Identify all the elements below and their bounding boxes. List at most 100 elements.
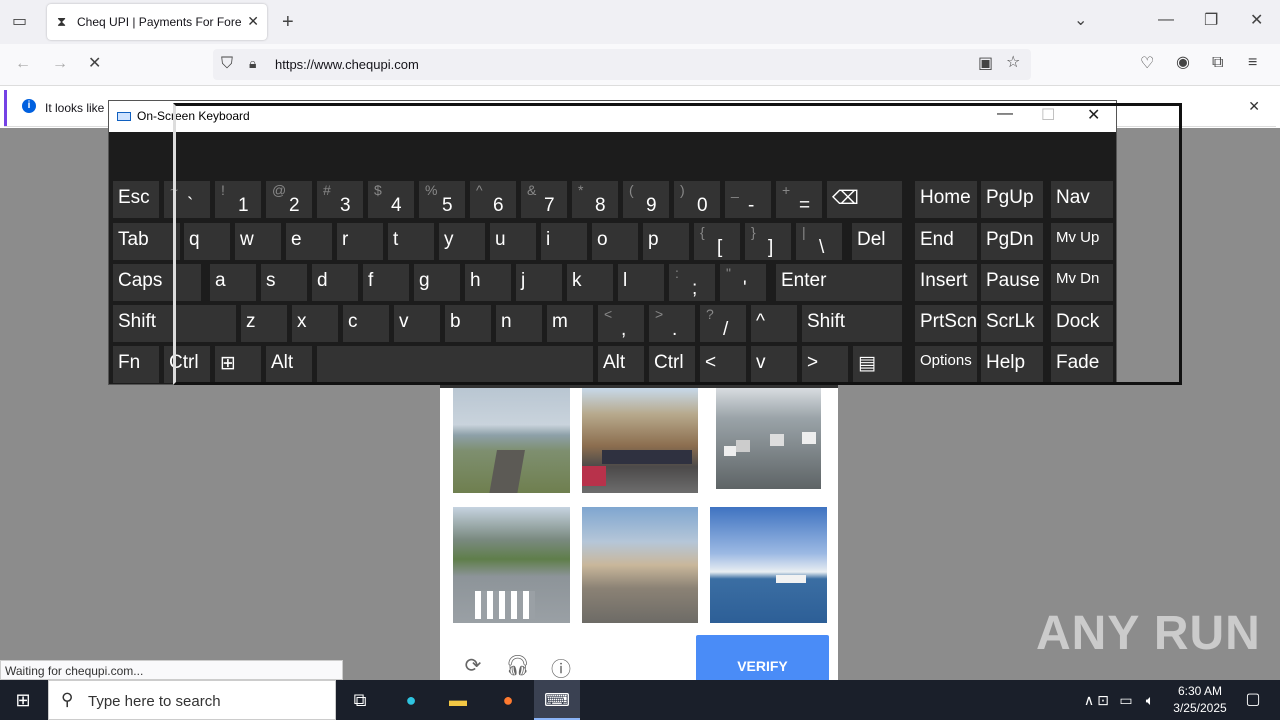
osk-key[interactable]: Alt — [266, 346, 312, 383]
osk-key[interactable]: Del — [852, 223, 902, 260]
osk-key[interactable]: l — [618, 264, 664, 301]
captcha-image-1[interactable] — [453, 388, 570, 493]
osk-key[interactable]: Tab — [113, 223, 180, 260]
osk-key[interactable]: ) 0 — [674, 181, 720, 218]
bookmark-star-icon[interactable]: ☆ — [1006, 55, 1020, 71]
osk-key[interactable]: Esc — [113, 181, 159, 218]
osk-key[interactable]: y — [439, 223, 485, 260]
osk-key[interactable]: PgUp — [981, 181, 1043, 218]
osk-key[interactable]: g — [414, 264, 460, 301]
osk-key[interactable]: n — [496, 305, 542, 342]
maximize-icon[interactable]: ☐ — [1041, 105, 1055, 125]
captcha-image-6[interactable] — [710, 507, 827, 623]
minimize-icon[interactable]: — — [1158, 12, 1174, 28]
osk-key[interactable]: q — [184, 223, 230, 260]
osk-key[interactable]: $4 — [368, 181, 414, 218]
osk-key[interactable]: :; — [669, 264, 715, 301]
osk-key[interactable]: Alt — [598, 346, 644, 383]
osk-key[interactable]: i — [541, 223, 587, 260]
volume-icon[interactable]: 🔈︎ — [1138, 680, 1162, 720]
osk-key[interactable]: Enter — [776, 264, 902, 301]
osk-key[interactable]: Nav — [1051, 181, 1113, 218]
stop-icon[interactable]: ✕ — [88, 56, 101, 72]
osk-key[interactable]: a — [210, 264, 256, 301]
task-view-icon[interactable]: ⧉ — [337, 680, 383, 720]
osk-key[interactable]: < — [700, 346, 746, 383]
osk-key[interactable]: _ - — [725, 181, 771, 218]
start-icon[interactable]: ⊞ — [0, 680, 46, 720]
extensions-icon[interactable]: ⧉ — [1212, 55, 1223, 71]
osk-key[interactable]: End — [915, 223, 977, 260]
close-notification-icon[interactable]: ✕ — [1248, 98, 1260, 115]
osk-key[interactable]: Pause — [981, 264, 1043, 301]
osk-key[interactable]: k — [567, 264, 613, 301]
restore-icon[interactable]: ❐ — [1204, 13, 1218, 29]
taskbar-search[interactable]: ⚲ Type here to search — [48, 680, 336, 720]
pocket-icon[interactable]: ♡ — [1140, 56, 1154, 72]
minimize-icon[interactable]: — — [997, 105, 1013, 123]
osk-key[interactable]: t — [388, 223, 434, 260]
tab-active[interactable]: ⧗ Cheq UPI | Payments For Foreign ✕ — [47, 4, 267, 40]
osk-key[interactable]: PrtScn — [915, 305, 977, 342]
url-bar[interactable]: ⛉ 🔒︎ https://www.chequpi.com ▣ ☆ — [213, 49, 1031, 80]
osk-taskbar-icon[interactable]: ⌨ — [534, 680, 580, 720]
tab-list-icon[interactable]: ▭ — [12, 14, 27, 30]
osk-key[interactable]: Shift — [802, 305, 902, 342]
osk-key[interactable]: PgDn — [981, 223, 1043, 260]
osk-key[interactable]: Options — [915, 346, 977, 383]
close-window-icon[interactable]: ✕ — [1250, 13, 1263, 29]
osk-key[interactable]: ScrLk — [981, 305, 1043, 342]
lock-icon[interactable]: 🔒︎ — [249, 56, 256, 70]
osk-key[interactable]: ~ ` — [164, 181, 210, 218]
osk-key[interactable]: f — [363, 264, 409, 301]
osk-key[interactable]: Help — [981, 346, 1043, 383]
osk-key[interactable]: > — [802, 346, 848, 383]
osk-key[interactable]: Shift — [113, 305, 236, 342]
osk-key[interactable]: v — [751, 346, 797, 383]
osk-key[interactable]: Fn — [113, 346, 159, 383]
image-icon[interactable]: ▣ — [978, 56, 993, 72]
osk-key[interactable]: @2 — [266, 181, 312, 218]
osk-key[interactable]: Caps — [113, 264, 201, 301]
osk-key[interactable]: p — [643, 223, 689, 260]
headphones-icon[interactable]: 🎧︎ — [505, 653, 530, 677]
osk-key[interactable]: u — [490, 223, 536, 260]
captcha-image-3[interactable] — [716, 388, 821, 489]
osk-key[interactable]: >. — [649, 305, 695, 342]
captcha-image-5[interactable] — [582, 507, 698, 623]
osk-key[interactable]: Mv Up — [1051, 223, 1113, 260]
osk-key[interactable]: h — [465, 264, 511, 301]
osk-key[interactable]: o — [592, 223, 638, 260]
osk-key[interactable]: {[ — [694, 223, 740, 260]
osk-key[interactable]: c — [343, 305, 389, 342]
osk-key[interactable]: & 7 — [521, 181, 567, 218]
osk-key[interactable]: w — [235, 223, 281, 260]
osk-key[interactable]: | \ — [796, 223, 842, 260]
osk-key[interactable]: % 5 — [419, 181, 465, 218]
osk-key[interactable]: <, — [598, 305, 644, 342]
osk-key[interactable]: s — [261, 264, 307, 301]
osk-key[interactable]: (9 — [623, 181, 669, 218]
osk-key[interactable]: e — [286, 223, 332, 260]
osk-key[interactable]: j — [516, 264, 562, 301]
account-icon[interactable]: ◉ — [1176, 55, 1190, 71]
osk-key[interactable]: * 8 — [572, 181, 618, 218]
info-icon[interactable]: ⓘ — [549, 653, 573, 681]
osk-key[interactable]: z — [241, 305, 287, 342]
osk-key[interactable] — [317, 346, 593, 383]
osk-key[interactable]: x — [292, 305, 338, 342]
osk-key[interactable]: b — [445, 305, 491, 342]
osk-key[interactable]: v — [394, 305, 440, 342]
osk-key[interactable]: Mv Dn — [1051, 264, 1113, 301]
osk-key[interactable]: Ctrl — [164, 346, 210, 383]
osk-key[interactable]: " ' — [720, 264, 766, 301]
clock[interactable]: 6:30 AM 3/25/2025 — [1160, 683, 1240, 717]
network-icon[interactable]: ⊡ — [1091, 680, 1115, 720]
menu-icon[interactable]: ≡ — [1248, 55, 1257, 71]
file-explorer-icon[interactable]: ▬ — [435, 680, 481, 720]
osk-key[interactable]: r — [337, 223, 383, 260]
edge-icon[interactable]: ● — [388, 680, 434, 720]
osk-key[interactable]: ⊞ — [215, 346, 261, 383]
osk-key[interactable]: m — [547, 305, 593, 342]
osk-key[interactable]: + = — [776, 181, 822, 218]
